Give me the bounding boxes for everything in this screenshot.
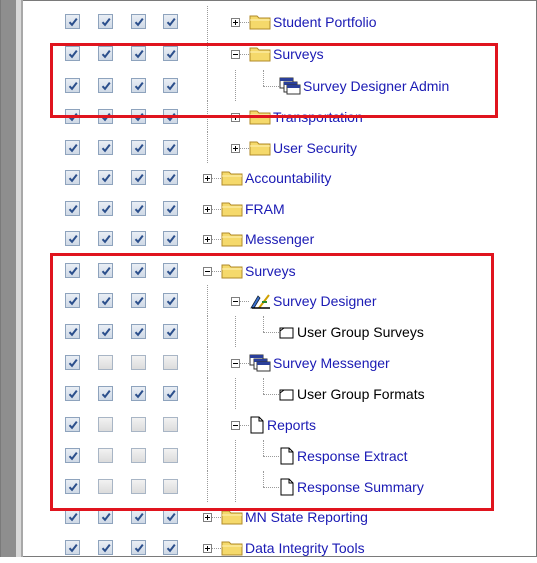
folder-icon (221, 539, 243, 559)
checkbox-view[interactable] (65, 170, 80, 185)
checkbox-edit[interactable] (131, 509, 146, 524)
highlight-box-surveys-admin (50, 43, 498, 118)
tree-guide-line (207, 132, 208, 163)
highlight-box-surveys-module (50, 253, 494, 511)
checkbox-view[interactable] (65, 540, 80, 555)
tree-item-label[interactable]: FRAM (245, 201, 285, 217)
tree-item-label[interactable]: Messenger (245, 231, 314, 247)
folder-icon (221, 200, 243, 220)
tree-connector (212, 209, 221, 210)
tree-connector (212, 178, 221, 179)
folder-icon (221, 508, 243, 528)
checkbox-delete[interactable] (163, 509, 178, 524)
checkbox-view[interactable] (65, 231, 80, 246)
tree-item-label[interactable]: Student Portfolio (273, 14, 377, 30)
checkbox-add[interactable] (98, 14, 113, 29)
folder-icon (221, 169, 243, 189)
tree-item-label[interactable]: MN State Reporting (245, 509, 368, 525)
tree-item-label[interactable]: User Security (273, 140, 357, 156)
checkbox-add[interactable] (98, 540, 113, 555)
checkbox-edit[interactable] (131, 140, 146, 155)
expand-icon[interactable] (203, 513, 212, 522)
tree-connector (212, 517, 221, 518)
checkbox-delete[interactable] (163, 14, 178, 29)
checkbox-delete[interactable] (163, 201, 178, 216)
checkbox-add[interactable] (98, 170, 113, 185)
tree-item-label[interactable]: Accountability (245, 170, 331, 186)
tree-connector (240, 148, 249, 149)
expand-icon[interactable] (203, 235, 212, 244)
folder-icon (249, 13, 271, 33)
checkbox-view[interactable] (65, 509, 80, 524)
checkbox-delete[interactable] (163, 231, 178, 246)
folder-icon (249, 139, 271, 159)
folder-icon (221, 230, 243, 250)
checkbox-view[interactable] (65, 140, 80, 155)
checkbox-delete[interactable] (163, 170, 178, 185)
checkbox-add[interactable] (98, 231, 113, 246)
expand-icon[interactable] (203, 174, 212, 183)
checkbox-edit[interactable] (131, 540, 146, 555)
expand-icon[interactable] (203, 205, 212, 214)
tree-item-label[interactable]: Data Integrity Tools (245, 540, 365, 556)
checkbox-delete[interactable] (163, 540, 178, 555)
checkbox-view[interactable] (65, 201, 80, 216)
checkbox-edit[interactable] (131, 231, 146, 246)
tree-connector (240, 22, 249, 23)
expand-icon[interactable] (231, 144, 240, 153)
checkbox-delete[interactable] (163, 140, 178, 155)
checkbox-add[interactable] (98, 140, 113, 155)
checkbox-add[interactable] (98, 201, 113, 216)
checkbox-edit[interactable] (131, 201, 146, 216)
tree-connector (212, 548, 221, 549)
checkbox-edit[interactable] (131, 14, 146, 29)
checkbox-add[interactable] (98, 509, 113, 524)
checkbox-view[interactable] (65, 14, 80, 29)
checkbox-edit[interactable] (131, 170, 146, 185)
expand-icon[interactable] (231, 18, 240, 27)
tree-connector (212, 239, 221, 240)
tree-guide-line (207, 6, 208, 37)
expand-icon[interactable] (203, 544, 212, 553)
